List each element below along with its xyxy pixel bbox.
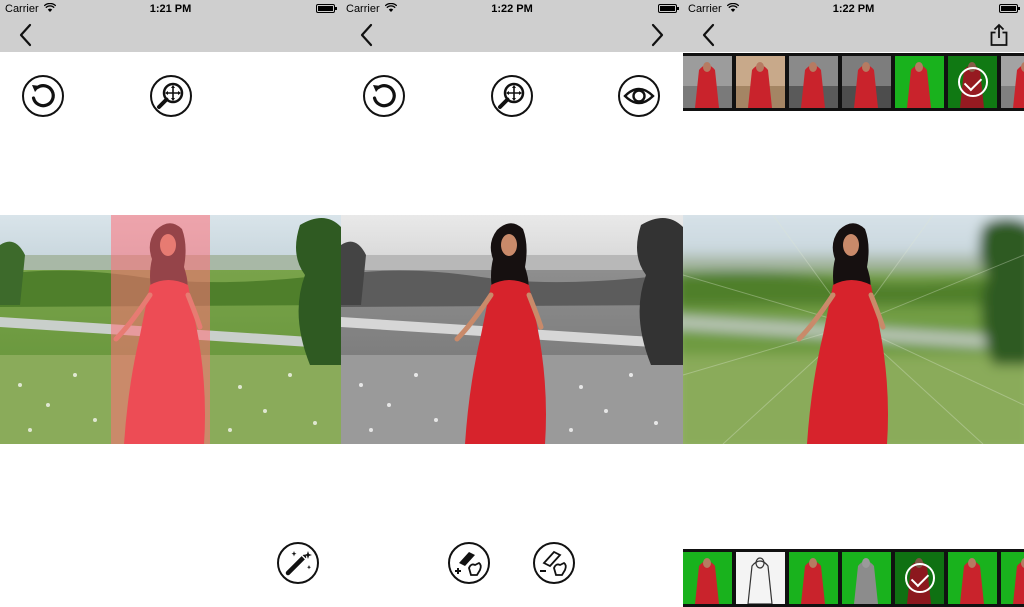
brush-add-button[interactable] [447,541,491,585]
zoom-move-button[interactable] [149,74,193,118]
brush-remove-button[interactable] [532,541,576,585]
battery-icon [316,4,337,13]
chevron-left-icon [702,23,715,47]
magic-wand-icon [277,542,319,584]
status-bar: Carrier 1:22 PM [341,0,683,18]
filter-thumb-selected[interactable] [895,552,944,604]
share-button[interactable] [982,18,1016,52]
forward-button[interactable] [641,18,675,52]
back-button[interactable] [349,18,383,52]
nav-bar [0,18,341,52]
photo-canvas[interactable] [0,215,341,444]
screen-selection: Carrier 1:21 PM [0,0,341,607]
filter-thumb[interactable] [789,56,838,108]
chevron-left-icon [19,23,32,47]
filter-thumb[interactable] [789,552,838,604]
eye-icon [618,75,660,117]
nav-bar [341,18,683,52]
chevron-right-icon [651,23,664,47]
filter-thumb[interactable] [1001,56,1024,108]
preview-button[interactable] [617,74,661,118]
screen-color-splash: Carrier 1:22 PM [341,0,683,607]
filter-thumb[interactable] [683,56,732,108]
share-icon [990,23,1008,46]
undo-icon [22,75,64,117]
brush-remove-icon [533,542,575,584]
photo-canvas[interactable] [341,215,683,444]
chevron-left-icon [360,23,373,47]
filter-thumb[interactable] [895,56,944,108]
filter-thumb[interactable] [683,552,732,604]
undo-icon [363,75,405,117]
filter-thumb[interactable] [948,552,997,604]
back-button[interactable] [691,18,725,52]
zoom-move-icon [491,75,533,117]
nav-bar [683,18,1024,52]
status-bar: Carrier 1:22 PM [683,0,1024,18]
filter-thumb-selected[interactable] [948,56,997,108]
filter-thumb[interactable] [1001,552,1024,604]
status-bar: Carrier 1:21 PM [0,0,341,18]
zoom-move-button[interactable] [490,74,534,118]
status-time: 1:21 PM [149,3,192,15]
filter-thumb[interactable] [736,56,785,108]
brush-add-icon [448,542,490,584]
status-time: 1:22 PM [832,3,875,15]
checkmark-icon [957,67,988,97]
filter-thumb[interactable] [842,552,891,604]
checkmark-icon [904,563,935,593]
status-time: 1:22 PM [491,3,533,15]
filter-strip-top [683,53,1024,111]
filter-thumb[interactable] [842,56,891,108]
selection-overlay [111,215,210,444]
screen-effects: Carrier 1:22 PM [683,0,1024,607]
undo-button[interactable] [362,74,406,118]
filter-strip-bottom [683,549,1024,607]
photo-canvas[interactable] [683,215,1024,444]
battery-icon [999,4,1020,13]
zoom-move-icon [150,75,192,117]
magic-wand-button[interactable] [276,541,320,585]
filter-thumb[interactable] [736,552,785,604]
back-button[interactable] [8,18,42,52]
battery-icon [658,4,679,13]
undo-button[interactable] [21,74,65,118]
